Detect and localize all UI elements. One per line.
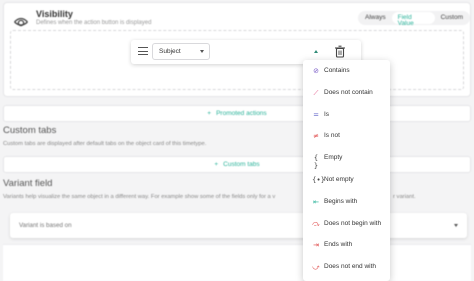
begins-with-icon: ⇤ bbox=[313, 197, 319, 206]
option-field-value[interactable]: Field Value bbox=[391, 12, 435, 27]
equals-icon: = bbox=[313, 110, 319, 119]
drag-handle-icon[interactable] bbox=[138, 47, 148, 57]
operator-option[interactable]: { } Empty bbox=[303, 148, 390, 171]
variant-field-description: Variants help visualize the same object … bbox=[3, 194, 276, 200]
operator-option-label: Not empty bbox=[324, 176, 354, 183]
operator-option[interactable]: {•} Not empty bbox=[303, 170, 390, 190]
operator-option[interactable]: ⇥ Ends with bbox=[303, 235, 390, 255]
variant-select[interactable]: Variant is based on bbox=[10, 213, 467, 238]
empty-icon: { } bbox=[313, 154, 319, 171]
operator-option-label: Contains bbox=[324, 67, 350, 74]
custom-tabs-description: Custom tabs are displayed after default … bbox=[3, 141, 207, 147]
operator-option[interactable]: ⊘ Contains bbox=[303, 61, 390, 81]
chevron-down-icon bbox=[200, 50, 204, 53]
operator-option[interactable]: ⤻ Does not end with bbox=[303, 257, 390, 277]
does-not-end-with-icon: ⤻ bbox=[312, 263, 320, 272]
operator-option[interactable]: ⤼ Does not begin with bbox=[303, 214, 390, 234]
not-equals-icon: ≠ bbox=[313, 132, 319, 141]
promoted-actions-button[interactable]: + Promoted actions bbox=[3, 105, 471, 122]
promoted-actions-label: Promoted actions bbox=[216, 110, 267, 117]
operator-option-label: Does not begin with bbox=[324, 219, 382, 227]
ends-with-icon: ⇥ bbox=[313, 241, 319, 250]
operator-option[interactable]: = Is bbox=[303, 105, 390, 125]
custom-tabs-title: Custom tabs bbox=[3, 125, 57, 136]
not-empty-icon: {•} bbox=[312, 176, 326, 184]
operator-option-label: Does not contain bbox=[324, 88, 373, 96]
operator-dropdown-toggle[interactable] bbox=[303, 43, 329, 60]
does-not-contain-icon: ⟋ bbox=[313, 88, 319, 97]
operator-dropdown-menu: ⊘ Contains ⟋ Does not contain = Is ≠ Is not { } E… bbox=[303, 60, 390, 281]
plus-icon: + bbox=[214, 161, 219, 168]
chevron-down-icon bbox=[454, 224, 458, 227]
variant-field-title: Variant field bbox=[3, 178, 53, 189]
operator-option-label: Empty bbox=[324, 154, 343, 162]
variant-select-label: Variant is based on bbox=[19, 222, 72, 229]
eye-icon bbox=[14, 17, 28, 27]
field-select[interactable]: Subject bbox=[152, 43, 210, 60]
contains-icon: ⊘ bbox=[313, 67, 319, 75]
visibility-subtitle: Defines when the action button is displa… bbox=[36, 20, 152, 26]
custom-tabs-label: Custom tabs bbox=[223, 161, 260, 168]
operator-option[interactable]: ≠ Is not bbox=[303, 126, 390, 146]
operator-option-label: Ends with bbox=[324, 241, 353, 249]
visibility-mode-segmented: Always Field Value Custom bbox=[358, 11, 470, 27]
custom-tabs-button[interactable]: + Custom tabs bbox=[3, 156, 471, 173]
option-custom[interactable]: Custom bbox=[435, 12, 469, 24]
operator-option-label: Is not bbox=[324, 132, 340, 140]
bottom-card bbox=[3, 244, 471, 281]
operator-option[interactable]: ⟋ Does not contain bbox=[303, 83, 390, 103]
field-select-value: Subject bbox=[159, 48, 181, 55]
operator-option-label: Begins with bbox=[324, 197, 358, 205]
chevron-up-icon bbox=[314, 50, 318, 53]
visibility-title: Visibility bbox=[36, 9, 73, 19]
trash-icon[interactable] bbox=[334, 45, 346, 58]
operator-option[interactable]: ⇤ Begins with bbox=[303, 192, 390, 212]
option-always[interactable]: Always bbox=[359, 12, 392, 24]
operator-option-label: Is bbox=[324, 110, 330, 118]
plus-icon: + bbox=[207, 110, 212, 117]
does-not-begin-with-icon: ⤼ bbox=[312, 219, 320, 228]
operator-option-label: Does not end with bbox=[324, 263, 377, 271]
variant-field-description-tail: r variant. bbox=[393, 194, 416, 200]
